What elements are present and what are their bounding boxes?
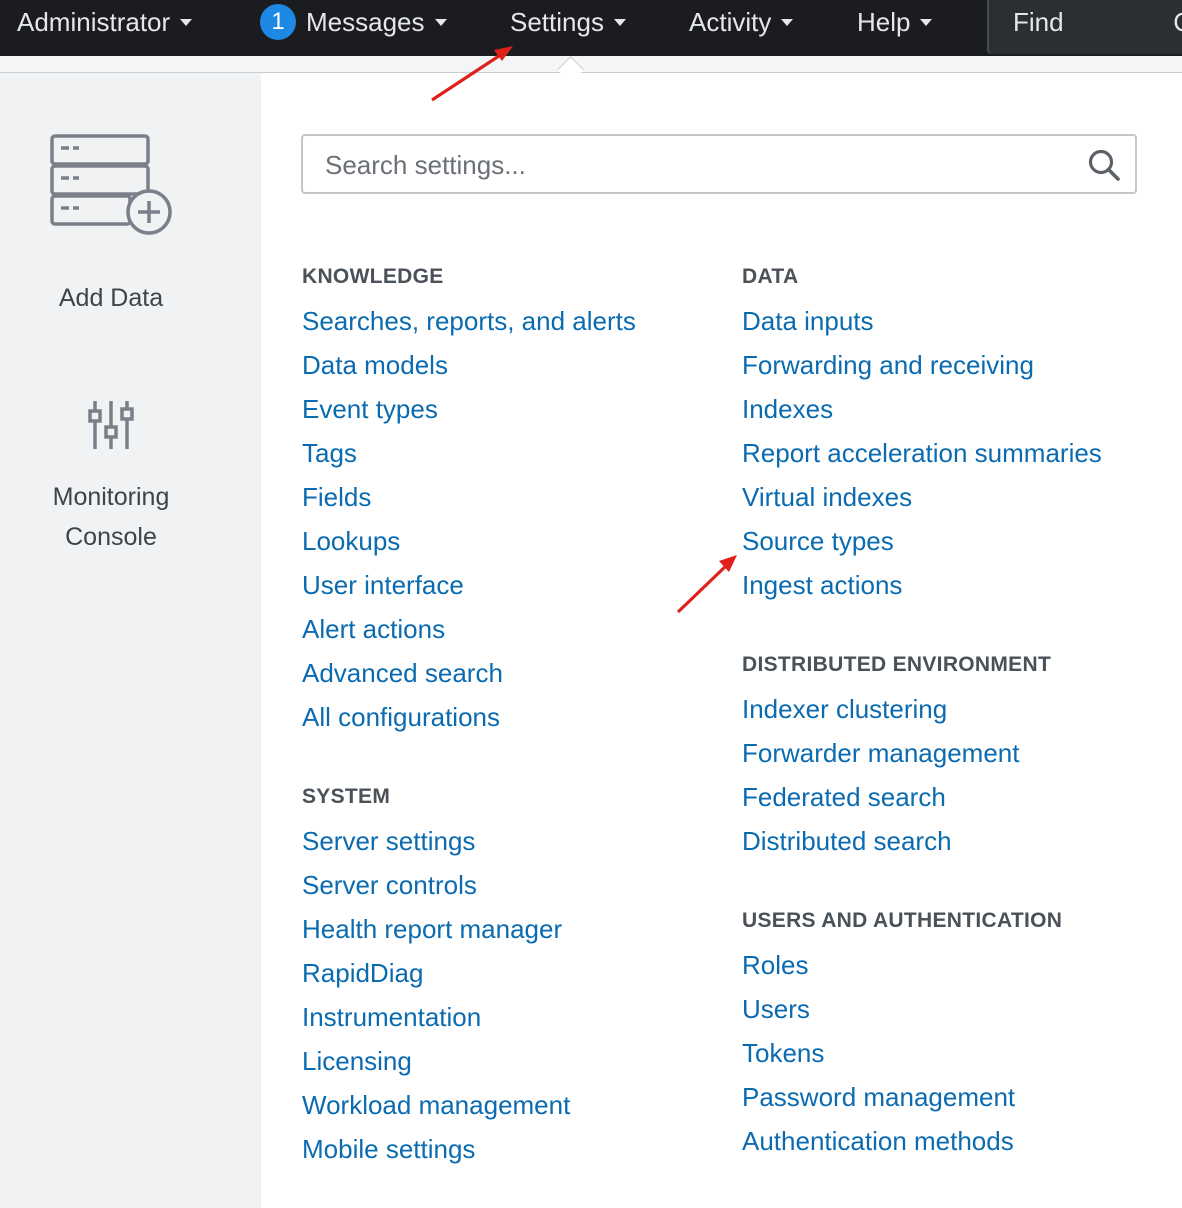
- menu-top-strip: [0, 56, 1182, 73]
- settings-right-column: DATA Data inputs Forwarding and receivin…: [742, 255, 1102, 1163]
- find-label: Find: [1013, 7, 1064, 37]
- add-data-shortcut[interactable]: Add Data: [0, 128, 222, 328]
- link-virtual-indexes[interactable]: Virtual indexes: [742, 475, 1102, 519]
- settings-menu[interactable]: Settings: [510, 0, 626, 44]
- left-shortcut-panel: Add Data Monitoring Console: [0, 73, 261, 1208]
- administrator-label: Administrator: [17, 7, 171, 37]
- messages-label: Messages: [306, 7, 425, 37]
- link-ingest-actions[interactable]: Ingest actions: [742, 563, 1102, 607]
- sliders-icon: [88, 401, 134, 449]
- caret-down-icon: [180, 19, 193, 27]
- caret-down-icon: [613, 19, 626, 27]
- knowledge-section-title: KNOWLEDGE: [302, 265, 444, 288]
- system-section-title: SYSTEM: [302, 785, 391, 808]
- settings-label: Settings: [510, 7, 604, 37]
- caret-down-icon: [434, 19, 447, 27]
- settings-left-column: KNOWLEDGE Searches, reports, and alerts …: [302, 255, 636, 1171]
- find-clipped-text: C: [1173, 4, 1182, 40]
- link-tags[interactable]: Tags: [302, 431, 636, 475]
- find-input[interactable]: Find C: [987, 0, 1182, 54]
- link-data-inputs[interactable]: Data inputs: [742, 299, 1102, 343]
- link-server-controls[interactable]: Server controls: [302, 863, 636, 907]
- help-menu[interactable]: Help: [857, 0, 933, 44]
- link-distributed-search[interactable]: Distributed search: [742, 819, 1102, 863]
- link-fields[interactable]: Fields: [302, 475, 636, 519]
- link-source-types[interactable]: Source types: [742, 519, 1102, 563]
- messages-menu[interactable]: 1 Messages: [260, 0, 447, 44]
- distributed-section-title: DISTRIBUTED ENVIRONMENT: [742, 653, 1052, 676]
- add-data-label: Add Data: [58, 284, 164, 312]
- monitoring-label-line2: Console: [65, 523, 157, 551]
- help-label: Help: [857, 7, 911, 37]
- activity-menu[interactable]: Activity: [689, 0, 794, 44]
- link-licensing[interactable]: Licensing: [302, 1039, 636, 1083]
- link-event-types[interactable]: Event types: [302, 387, 636, 431]
- link-report-acceleration-summaries[interactable]: Report acceleration summaries: [742, 431, 1102, 475]
- link-data-models[interactable]: Data models: [302, 343, 636, 387]
- top-navigation-bar: Administrator 1 Messages Settings Activit…: [0, 0, 1182, 56]
- link-mobile-settings[interactable]: Mobile settings: [302, 1127, 636, 1171]
- link-server-settings[interactable]: Server settings: [302, 819, 636, 863]
- link-authentication-methods[interactable]: Authentication methods: [742, 1119, 1102, 1163]
- link-indexer-clustering[interactable]: Indexer clustering: [742, 687, 1102, 731]
- search-icon[interactable]: [1087, 148, 1121, 182]
- link-federated-search[interactable]: Federated search: [742, 775, 1102, 819]
- link-advanced-search[interactable]: Advanced search: [302, 651, 636, 695]
- monitoring-label-line1: Monitoring: [52, 483, 170, 511]
- add-data-icon: [50, 134, 172, 235]
- link-forwarding-receiving[interactable]: Forwarding and receiving: [742, 343, 1102, 387]
- link-searches-reports-alerts[interactable]: Searches, reports, and alerts: [302, 299, 636, 343]
- link-password-management[interactable]: Password management: [742, 1075, 1102, 1119]
- link-rapiddiag[interactable]: RapidDiag: [302, 951, 636, 995]
- link-all-configurations[interactable]: All configurations: [302, 695, 636, 739]
- link-users[interactable]: Users: [742, 987, 1102, 1031]
- search-settings-box: [301, 134, 1137, 194]
- link-alert-actions[interactable]: Alert actions: [302, 607, 636, 651]
- messages-count-badge: 1: [260, 4, 296, 41]
- link-tokens[interactable]: Tokens: [742, 1031, 1102, 1075]
- caret-down-icon: [920, 19, 933, 27]
- users-auth-section-title: USERS AND AUTHENTICATION: [742, 909, 1063, 932]
- activity-label: Activity: [689, 7, 772, 37]
- link-user-interface[interactable]: User interface: [302, 563, 636, 607]
- link-forwarder-management[interactable]: Forwarder management: [742, 731, 1102, 775]
- link-workload-management[interactable]: Workload management: [302, 1083, 636, 1127]
- link-indexes[interactable]: Indexes: [742, 387, 1102, 431]
- data-section-title: DATA: [742, 265, 799, 288]
- link-lookups[interactable]: Lookups: [302, 519, 636, 563]
- administrator-menu[interactable]: Administrator: [17, 0, 193, 44]
- link-instrumentation[interactable]: Instrumentation: [302, 995, 636, 1039]
- caret-down-icon: [781, 19, 794, 27]
- monitoring-console-shortcut[interactable]: Monitoring Console: [0, 393, 222, 563]
- link-health-report-manager[interactable]: Health report manager: [302, 907, 636, 951]
- link-roles[interactable]: Roles: [742, 943, 1102, 987]
- search-settings-input[interactable]: [323, 144, 1067, 186]
